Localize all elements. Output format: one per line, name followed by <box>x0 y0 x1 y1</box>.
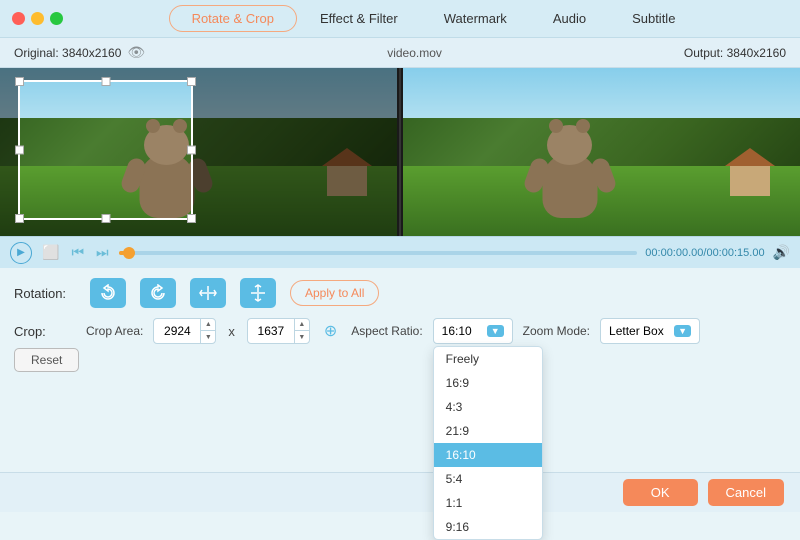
panel-divider <box>399 68 401 236</box>
aspect-option-16-10[interactable]: 16:10 <box>434 443 542 467</box>
video-panel-left <box>0 68 397 236</box>
flip-vertical-button[interactable] <box>240 278 276 308</box>
crop-row: Crop: Crop Area: ▲ ▼ x ▲ ▼ ⊕ Aspect Rati… <box>14 318 786 344</box>
rotate-left-button[interactable] <box>90 278 126 308</box>
crop-handle-bl[interactable] <box>15 214 24 223</box>
minimize-button[interactable] <box>31 12 44 25</box>
reset-button[interactable]: Reset <box>14 348 79 372</box>
crop-center-icon[interactable]: ⊕ <box>324 321 337 341</box>
crop-label: Crop: <box>14 324 76 339</box>
ok-button[interactable]: OK <box>623 479 698 506</box>
aspect-ratio-value: 16:10 <box>442 324 472 338</box>
aspect-ratio-dropdown[interactable]: Freely 16:9 4:3 21:9 16:10 5:4 1:1 9:16 <box>433 346 543 540</box>
crop-width-arrows: ▲ ▼ <box>200 318 215 344</box>
aspect-option-freely[interactable]: Freely <box>434 347 542 371</box>
zoom-mode-button[interactable]: Letter Box ▼ <box>600 318 700 344</box>
prev-frame-icon[interactable]: ⏮ <box>69 242 86 263</box>
controls-area: Rotation: <box>0 268 800 382</box>
zoom-mode-value: Letter Box <box>609 324 664 338</box>
crop-height-input-wrap: ▲ ▼ <box>247 318 310 344</box>
video-house <box>327 166 367 196</box>
title-bar: Rotate & Crop Effect & Filter Watermark … <box>0 0 800 38</box>
tab-rotate-crop[interactable]: Rotate & Crop <box>169 5 297 32</box>
crop-height-up[interactable]: ▲ <box>295 318 309 331</box>
apply-to-all-button[interactable]: Apply to All <box>290 280 379 306</box>
crop-width-input-wrap: ▲ ▼ <box>153 318 216 344</box>
aspect-option-5-4[interactable]: 5:4 <box>434 467 542 491</box>
volume-icon[interactable]: 🔊 <box>773 244 790 261</box>
crop-handle-bm[interactable] <box>101 214 110 223</box>
crop-width-input[interactable] <box>154 324 200 338</box>
progress-thumb[interactable] <box>123 247 135 259</box>
zoom-mode-label: Zoom Mode: <box>523 324 590 338</box>
cancel-button[interactable]: Cancel <box>708 479 784 506</box>
bear-ear-left-right <box>549 119 563 133</box>
output-resolution: Output: 3840x2160 <box>684 46 786 60</box>
bear-figure-right <box>542 153 597 218</box>
traffic-lights <box>12 12 63 25</box>
crop-height-input[interactable] <box>248 324 294 338</box>
filename: video.mov <box>387 46 442 60</box>
eye-icon[interactable]: 👁 <box>127 44 145 61</box>
flip-horizontal-button[interactable] <box>190 278 226 308</box>
zoom-dropdown-arrow: ▼ <box>674 325 691 337</box>
crop-area-label: Crop Area: <box>86 324 143 338</box>
aspect-ratio-button[interactable]: 16:10 ▼ <box>433 318 513 344</box>
aspect-option-9-16[interactable]: 9:16 <box>434 515 542 539</box>
crop-handle-tm[interactable] <box>101 77 110 86</box>
crop-overlay[interactable] <box>18 80 193 220</box>
video-house-roof <box>322 148 372 166</box>
tab-watermark[interactable]: Watermark <box>421 5 530 32</box>
crop-height-down[interactable]: ▼ <box>295 331 309 344</box>
aspect-option-16-9[interactable]: 16:9 <box>434 371 542 395</box>
aspect-dropdown-arrow: ▼ <box>487 325 504 337</box>
crop-handle-br[interactable] <box>187 214 196 223</box>
bear-arm-left-right <box>522 156 551 195</box>
aspect-ratio-label: Aspect Ratio: <box>351 324 422 338</box>
rotate-right-button[interactable] <box>140 278 176 308</box>
progress-track[interactable] <box>119 251 638 255</box>
zoom-mode-select-wrap: Letter Box ▼ <box>600 318 700 344</box>
crop-height-arrows: ▲ ▼ <box>294 318 309 344</box>
aspect-option-4-3[interactable]: 4:3 <box>434 395 542 419</box>
close-button[interactable] <box>12 12 25 25</box>
crop-width-up[interactable]: ▲ <box>201 318 215 331</box>
bear-head-right <box>547 125 592 165</box>
aspect-option-21-9[interactable]: 21:9 <box>434 419 542 443</box>
video-house-roof-right <box>725 148 775 166</box>
aspect-option-1-1[interactable]: 1:1 <box>434 491 542 515</box>
aspect-ratio-select-wrap: 16:10 ▼ Freely 16:9 4:3 21:9 16:10 5:4 1… <box>433 318 513 344</box>
tab-effect-filter[interactable]: Effect & Filter <box>297 5 421 32</box>
dimension-separator: x <box>228 324 235 339</box>
original-resolution: Original: 3840x2160 <box>14 46 121 60</box>
maximize-button[interactable] <box>50 12 63 25</box>
bear-arm-right-right <box>589 156 618 195</box>
crop-handle-tl[interactable] <box>15 77 24 86</box>
stop-icon[interactable]: ⬜ <box>40 242 61 263</box>
tab-audio[interactable]: Audio <box>530 5 609 32</box>
time-display: 00:00:00.00/00:00:15.00 <box>645 247 764 259</box>
next-frame-icon[interactable]: ⏭ <box>94 242 111 263</box>
nav-tabs: Rotate & Crop Effect & Filter Watermark … <box>79 5 788 32</box>
info-bar: Original: 3840x2160 👁 video.mov Output: … <box>0 38 800 68</box>
video-bg-right <box>403 68 800 236</box>
crop-handle-mr[interactable] <box>187 146 196 155</box>
crop-handle-ml[interactable] <box>15 146 24 155</box>
rotation-row: Rotation: <box>14 278 786 308</box>
crop-handle-tr[interactable] <box>187 77 196 86</box>
play-button[interactable]: ▶ <box>10 242 32 264</box>
rotation-label: Rotation: <box>14 286 76 301</box>
video-sky-right <box>403 68 800 118</box>
video-panel-right <box>403 68 800 236</box>
tab-subtitle[interactable]: Subtitle <box>609 5 698 32</box>
crop-width-down[interactable]: ▼ <box>201 331 215 344</box>
video-area <box>0 68 800 236</box>
video-house-right <box>730 166 770 196</box>
bottom-bar: OK Cancel <box>0 472 800 512</box>
bear-body-right <box>542 153 597 218</box>
playback-bar: ▶ ⬜ ⏮ ⏭ 00:00:00.00/00:00:15.00 🔊 <box>0 236 800 268</box>
bear-ear-right-right <box>576 119 590 133</box>
